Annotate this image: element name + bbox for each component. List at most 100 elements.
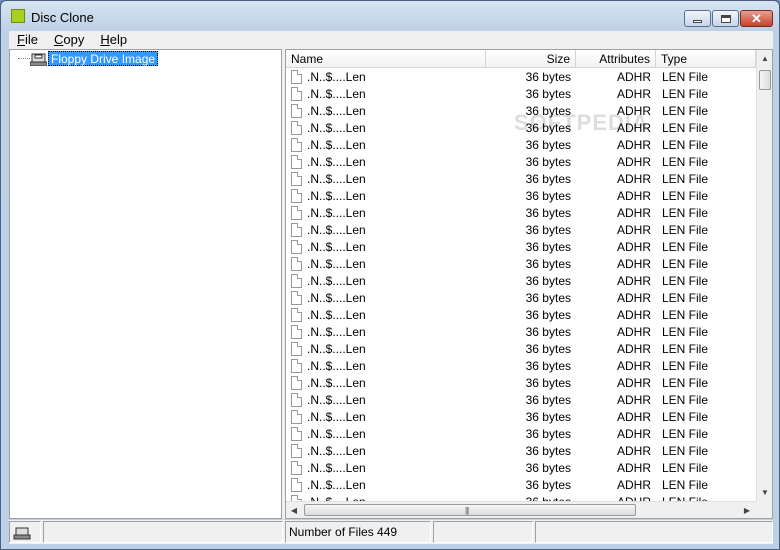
file-size: 36 bytes: [525, 172, 571, 186]
list-item[interactable]: .N..$....Len 36 bytes ADHR LEN File: [286, 324, 756, 341]
vertical-scroll-thumb[interactable]: [759, 70, 771, 90]
list-item[interactable]: .N..$....Len 36 bytes ADHR LEN File: [286, 409, 756, 426]
file-attributes: ADHR: [616, 308, 651, 322]
scroll-down-icon[interactable]: ▼: [757, 484, 772, 501]
list-item[interactable]: .N..$....Len 36 bytes ADHR LEN File: [286, 205, 756, 222]
file-type: LEN File: [662, 444, 709, 458]
horizontal-scroll-thumb[interactable]: |||: [304, 504, 636, 516]
list-item[interactable]: .N..$....Len 36 bytes ADHR LEN File: [286, 154, 756, 171]
file-type: LEN File: [662, 427, 709, 441]
file-icon: [291, 206, 302, 220]
file-size: 36 bytes: [525, 444, 571, 458]
list-item[interactable]: .N..$....Len 36 bytes ADHR LEN File: [286, 443, 756, 460]
file-size: 36 bytes: [525, 393, 571, 407]
status-panel-2: [43, 521, 283, 543]
list-item[interactable]: .N..$....Len 36 bytes ADHR LEN File: [286, 137, 756, 154]
menu-help[interactable]: Help: [92, 31, 135, 49]
list-item[interactable]: .N..$....Len 36 bytes ADHR LEN File: [286, 239, 756, 256]
minimize-button[interactable]: [684, 10, 711, 27]
list-item[interactable]: .N..$....Len 36 bytes ADHR LEN File: [286, 290, 756, 307]
file-size: 36 bytes: [525, 274, 571, 288]
file-attributes: ADHR: [616, 240, 651, 254]
list-item[interactable]: .N..$....Len 36 bytes ADHR LEN File: [286, 477, 756, 494]
file-name: .N..$....Len: [307, 240, 366, 254]
list-item[interactable]: .N..$....Len 36 bytes ADHR LEN File: [286, 273, 756, 290]
file-icon: [291, 410, 302, 424]
tree-node-floppy-drive-image[interactable]: Floppy Drive Image: [48, 51, 159, 66]
column-header-size[interactable]: Size: [486, 50, 576, 68]
file-attributes: ADHR: [616, 155, 651, 169]
column-header-type[interactable]: Type: [656, 50, 756, 68]
scroll-right-icon[interactable]: ▶: [739, 502, 755, 518]
list-item[interactable]: .N..$....Len 36 bytes ADHR LEN File: [286, 171, 756, 188]
file-type: LEN File: [662, 410, 709, 424]
column-header-name[interactable]: Name: [286, 50, 486, 68]
file-type: LEN File: [662, 393, 709, 407]
file-name: .N..$....Len: [307, 478, 366, 492]
file-name: .N..$....Len: [307, 155, 366, 169]
window-title: Disc Clone: [31, 10, 94, 25]
menu-file[interactable]: File: [9, 31, 46, 49]
list-item[interactable]: .N..$....Len 36 bytes ADHR LEN File: [286, 358, 756, 375]
list-item[interactable]: .N..$....Len 36 bytes ADHR LEN File: [286, 307, 756, 324]
list-item[interactable]: .N..$....Len 36 bytes ADHR LEN File: [286, 222, 756, 239]
file-name: .N..$....Len: [307, 87, 366, 101]
column-header-attributes[interactable]: Attributes: [576, 50, 656, 68]
file-icon: [291, 478, 302, 492]
file-icon: [291, 427, 302, 441]
list-item[interactable]: .N..$....Len 36 bytes ADHR LEN File: [286, 460, 756, 477]
list-item[interactable]: .N..$....Len 36 bytes ADHR LEN File: [286, 86, 756, 103]
file-attributes: ADHR: [616, 410, 651, 424]
file-icon: [291, 155, 302, 169]
vertical-scrollbar[interactable]: ▲ ▼: [756, 50, 772, 501]
list-item[interactable]: .N..$....Len 36 bytes ADHR LEN File: [286, 392, 756, 409]
file-name: .N..$....Len: [307, 206, 366, 220]
file-attributes: ADHR: [616, 206, 651, 220]
close-icon: ✕: [751, 11, 762, 26]
file-attributes: ADHR: [616, 172, 651, 186]
list-item[interactable]: .N..$....Len 36 bytes ADHR LEN File: [286, 103, 756, 120]
app-icon: [11, 9, 25, 23]
file-attributes: ADHR: [616, 70, 651, 84]
file-icon: [291, 359, 302, 373]
list-item[interactable]: .N..$....Len 36 bytes ADHR LEN File: [286, 120, 756, 137]
file-icon: [291, 257, 302, 271]
file-icon: [291, 291, 302, 305]
file-size: 36 bytes: [525, 410, 571, 424]
scroll-up-icon[interactable]: ▲: [757, 50, 772, 67]
tree-view[interactable]: Floppy Drive Image: [9, 49, 282, 519]
file-type: LEN File: [662, 240, 709, 254]
horizontal-scrollbar[interactable]: ◀ ||| ▶: [286, 501, 756, 518]
title-bar[interactable]: Disc Clone ✕: [1, 1, 779, 31]
menu-copy[interactable]: Copy: [46, 31, 92, 49]
file-size: 36 bytes: [525, 87, 571, 101]
close-button[interactable]: ✕: [740, 10, 773, 27]
list-item[interactable]: .N..$....Len 36 bytes ADHR LEN File: [286, 188, 756, 205]
file-type: LEN File: [662, 121, 709, 135]
file-name: .N..$....Len: [307, 342, 366, 356]
list-item[interactable]: .N..$....Len 36 bytes ADHR LEN File: [286, 341, 756, 358]
list-header: Name Size Attributes Type: [286, 50, 756, 68]
file-size: 36 bytes: [525, 478, 571, 492]
file-size: 36 bytes: [525, 104, 571, 118]
file-attributes: ADHR: [616, 359, 651, 373]
file-icon: [291, 121, 302, 135]
file-size: 36 bytes: [525, 376, 571, 390]
status-drive-panel: [9, 521, 41, 543]
list-item[interactable]: .N..$....Len 36 bytes ADHR LEN File: [286, 375, 756, 392]
list-item[interactable]: .N..$....Len 36 bytes ADHR LEN File: [286, 426, 756, 443]
scroll-left-icon[interactable]: ◀: [286, 502, 302, 518]
file-attributes: ADHR: [616, 342, 651, 356]
file-attributes: ADHR: [616, 121, 651, 135]
file-type: LEN File: [662, 274, 709, 288]
file-size: 36 bytes: [525, 461, 571, 475]
list-item[interactable]: .N..$....Len 36 bytes ADHR LEN File: [286, 494, 756, 501]
file-list[interactable]: SOFTPEDIA Name Size Attributes Type .N..…: [285, 49, 773, 519]
maximize-button[interactable]: [712, 10, 739, 27]
file-icon: [291, 189, 302, 203]
list-item[interactable]: .N..$....Len 36 bytes ADHR LEN File: [286, 256, 756, 273]
file-icon: [291, 70, 302, 84]
file-name: .N..$....Len: [307, 274, 366, 288]
file-attributes: ADHR: [616, 138, 651, 152]
list-item[interactable]: .N..$....Len 36 bytes ADHR LEN File: [286, 69, 756, 86]
